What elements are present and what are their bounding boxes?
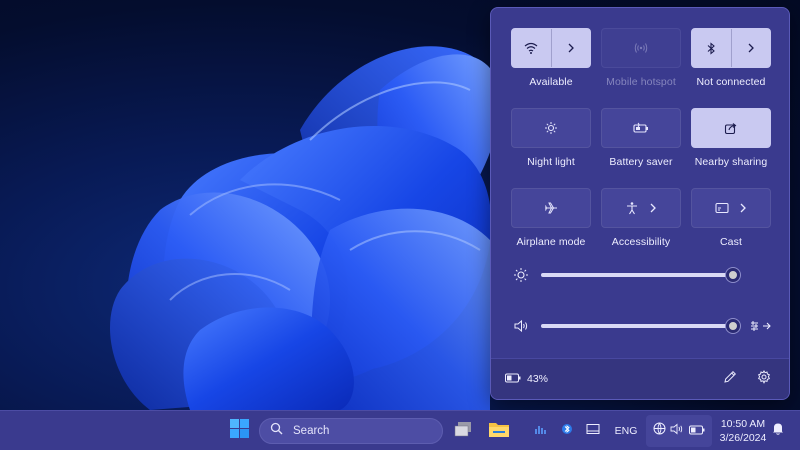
cast-tile[interactable]	[691, 188, 771, 228]
wifi-tile-label: Available	[529, 76, 573, 88]
nearby-sharing-tile[interactable]	[691, 108, 771, 148]
speaker-icon[interactable]	[513, 318, 529, 334]
night-light-tile[interactable]	[511, 108, 591, 148]
language-indicator: ENG	[614, 425, 638, 437]
touch-keyboard-button[interactable]	[584, 411, 602, 450]
file-explorer-icon	[488, 420, 510, 443]
clock-time: 10:50 AM	[720, 418, 766, 430]
chevron-right-icon[interactable]	[739, 203, 747, 213]
battery-percentage[interactable]: 43%	[527, 373, 548, 385]
airplane-mode-tile[interactable]	[511, 188, 591, 228]
nearby-sharing-tile-label: Nearby sharing	[694, 156, 768, 168]
audio-output-icon[interactable]	[749, 319, 773, 333]
volume-slider-track[interactable]	[541, 324, 733, 328]
airplane-tile-group: Airplane mode	[511, 188, 591, 248]
wifi-tile-group: Available	[511, 28, 591, 88]
battery-saver-tile-label: Battery saver	[609, 156, 673, 168]
tray-app-button[interactable]	[532, 411, 550, 450]
night-light-icon	[544, 121, 558, 135]
accessibility-tile-group: Accessibility	[601, 188, 681, 248]
bluetooth-expand-button[interactable]	[732, 29, 771, 67]
taskbar-clock[interactable]: 10:50 AM 3/26/2024	[715, 417, 771, 445]
accessibility-tile[interactable]	[601, 188, 681, 228]
airplane-icon	[544, 201, 558, 215]
taskbar: Search ENG 10:50 AM 3/26/2024	[0, 410, 800, 450]
taskbar-search-box[interactable]: Search	[259, 418, 443, 444]
task-view-button[interactable]	[451, 411, 475, 450]
cast-icon	[715, 202, 729, 214]
bluetooth-tile-group: Not connected	[691, 28, 771, 88]
battery-icon	[505, 370, 521, 388]
hotspot-tile-label: Mobile hotspot	[606, 76, 676, 88]
wifi-expand-button[interactable]	[552, 29, 591, 67]
volume-slider-thumb[interactable]	[726, 319, 740, 333]
system-tray-cluster[interactable]	[646, 415, 712, 447]
wifi-tile[interactable]	[511, 28, 591, 68]
task-view-icon	[453, 421, 473, 442]
bell-icon	[772, 422, 784, 440]
battery-saver-tile[interactable]	[601, 108, 681, 148]
gear-icon	[757, 369, 771, 389]
bluetooth-tray-button[interactable]	[559, 411, 575, 450]
cast-tile-label: Cast	[720, 236, 742, 248]
bluetooth-icon	[562, 422, 572, 441]
wifi-toggle[interactable]	[512, 29, 551, 67]
volume-slider-row	[513, 316, 773, 336]
battery-saver-tile-group: Battery saver	[601, 108, 681, 168]
night-light-tile-group: Night light	[511, 108, 591, 168]
battery-saver-icon	[633, 122, 649, 134]
cast-tile-group: Cast	[691, 188, 771, 248]
accessibility-icon	[625, 201, 639, 215]
edit-quick-settings-button[interactable]	[719, 368, 741, 390]
bluetooth-tile[interactable]	[691, 28, 771, 68]
night-light-tile-label: Night light	[527, 156, 575, 168]
mobile-hotspot-tile[interactable]	[601, 28, 681, 68]
quick-settings-footer: 43%	[491, 358, 789, 399]
speaker-icon	[670, 422, 684, 440]
brightness-slider-thumb[interactable]	[726, 268, 740, 282]
nearby-sharing-icon	[724, 121, 738, 135]
windows-logo-icon	[229, 419, 249, 443]
start-button[interactable]	[226, 411, 252, 450]
wifi-icon	[524, 42, 538, 54]
accessibility-tile-label: Accessibility	[611, 236, 671, 248]
hotspot-tile-group: Mobile hotspot	[601, 28, 681, 88]
bluetooth-icon	[706, 41, 716, 55]
language-button[interactable]: ENG	[612, 411, 640, 450]
bluetooth-toggle[interactable]	[692, 29, 731, 67]
hotspot-icon	[634, 42, 648, 54]
chevron-right-icon[interactable]	[649, 203, 657, 213]
pencil-icon	[723, 370, 737, 389]
chevron-right-icon	[567, 43, 575, 53]
search-placeholder: Search	[293, 425, 330, 437]
display-icon	[586, 422, 600, 440]
all-settings-button[interactable]	[753, 368, 775, 390]
nearby-sharing-tile-group: Nearby sharing	[691, 108, 771, 168]
quick-settings-panel: Available Mobile hotspot Not connected N…	[490, 7, 790, 400]
globe-icon	[653, 422, 666, 440]
brightness-icon	[513, 267, 529, 283]
search-icon	[270, 422, 283, 440]
bluetooth-tile-label: Not connected	[696, 76, 766, 88]
battery-icon	[688, 422, 705, 440]
file-explorer-button[interactable]	[486, 411, 512, 450]
brightness-slider-track[interactable]	[541, 273, 733, 277]
chevron-right-icon	[747, 43, 755, 53]
brightness-slider-row	[513, 265, 773, 285]
airplane-tile-label: Airplane mode	[516, 236, 586, 248]
clock-date: 3/26/2024	[719, 432, 767, 444]
equalizer-icon	[534, 422, 548, 440]
notifications-button[interactable]	[770, 411, 786, 450]
